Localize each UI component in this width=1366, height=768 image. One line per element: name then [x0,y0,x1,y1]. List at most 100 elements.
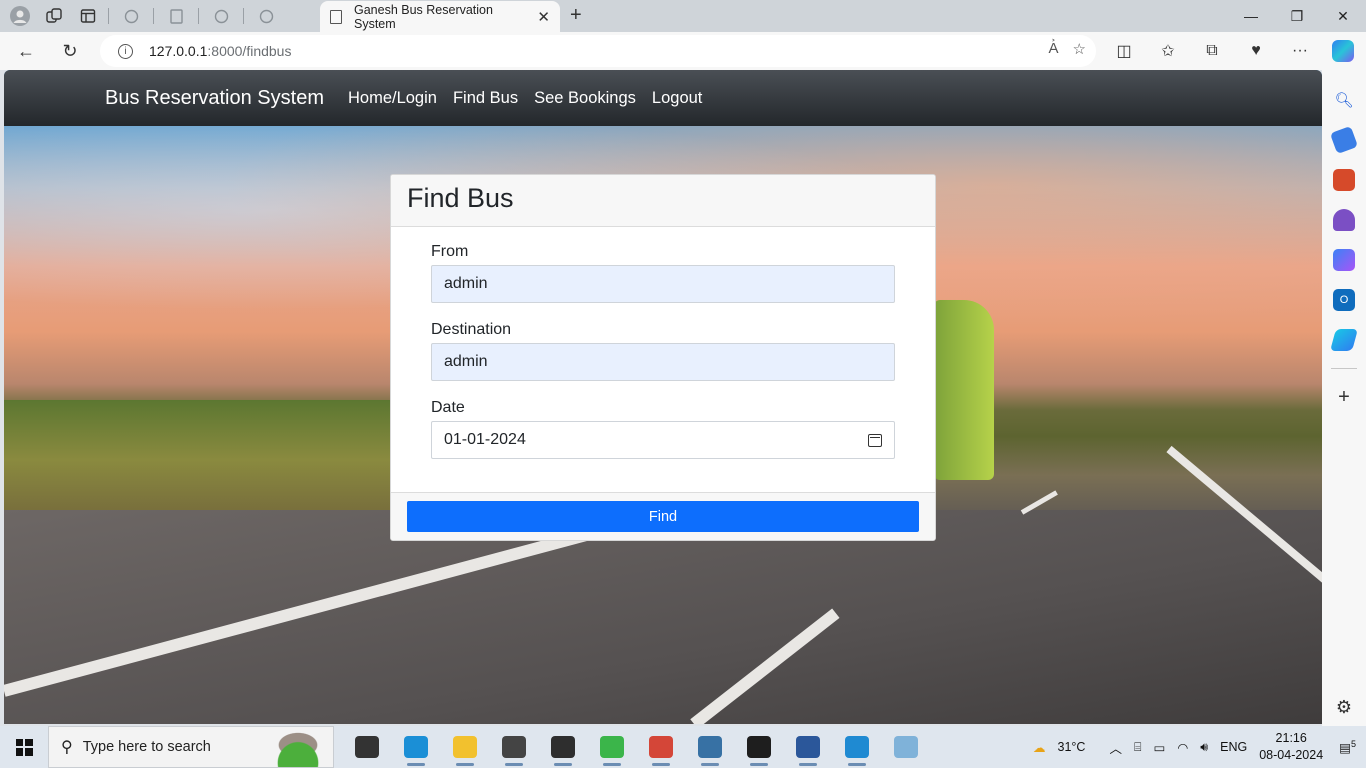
tab-actions-icon[interactable] [74,2,102,30]
from-input[interactable]: admin [431,265,895,303]
search-placeholder: Type here to search [82,739,211,755]
file-explorer-icon [452,736,477,758]
taskbar-app-python[interactable] [685,726,734,768]
shopping-icon[interactable] [1329,125,1359,155]
show-hidden-icon[interactable]: ︿ [1109,738,1122,757]
refresh-icon[interactable]: ↻ [52,36,88,66]
taskbar-app-circle-app[interactable] [587,726,636,768]
favorites-icon[interactable]: ✩ [1146,41,1190,61]
back-icon[interactable]: ← [8,36,44,66]
destination-input[interactable]: admin [431,343,895,381]
sidebar-separator [1331,368,1357,369]
card-footer: Find [391,492,935,540]
workspaces-icon[interactable] [40,2,68,30]
add-icon[interactable]: + [1333,386,1355,408]
edge-sidebar: 🔍︎ O + ⚙ [1322,70,1366,726]
search-icon: ⚲ [61,739,73,756]
outlook-icon[interactable]: O [1333,289,1355,311]
taskbar-app-chrome[interactable] [636,726,685,768]
clock-date: 08-04-2024 [1259,748,1324,762]
settings-icon[interactable]: ⚙ [1333,696,1355,718]
notification-count: 5 [1350,738,1356,749]
taskbar-search[interactable]: ⚲ Type here to search [48,726,334,768]
taskbar-app-terminal-app[interactable] [538,726,587,768]
terminal-app-icon [550,736,575,758]
chrome-icon [648,736,673,758]
profile-icon[interactable] [6,2,34,30]
tab-title: Ganesh Bus Reservation System [354,2,493,31]
health-icon[interactable]: ♥ [1234,42,1278,60]
background-road [4,510,1322,724]
taskbar-app-task-view[interactable] [342,726,391,768]
copilot-icon[interactable] [1332,40,1354,62]
taskbar-app-mail[interactable] [489,726,538,768]
notification-icon[interactable]: ▤5 [1339,739,1356,755]
destination-label: Destination [431,321,512,338]
system-tray: ☁ 31°C ︿ ⌸ ▭ ◠ 🔊︎ ENG 21:16 08-04-2024 ▤… [1027,726,1366,768]
edge-icon [403,736,428,758]
pinned-tab[interactable] [250,2,282,30]
start-button[interactable] [0,726,48,768]
word-icon [795,736,820,758]
circle-app-icon [599,736,624,758]
page-viewport: Bus Reservation System Home/Login Find B… [4,70,1322,724]
meet-icon[interactable]: ⌸ [1134,740,1142,755]
taskbar-app-cmd[interactable] [734,726,783,768]
nav-see-bookings[interactable]: See Bookings [534,89,636,108]
taskbar-app-edge[interactable] [391,726,440,768]
site-brand[interactable]: Bus Reservation System [105,87,324,110]
collections-icon[interactable]: ⧉ [1190,42,1234,60]
wifi-icon[interactable]: ◠ [1177,740,1188,755]
battery-icon[interactable]: ▭ [1154,740,1166,755]
nav-logout[interactable]: Logout [652,89,702,108]
tools-icon[interactable] [1333,169,1355,191]
vscode-icon [844,736,869,758]
find-button[interactable]: Find [407,501,919,532]
drop-icon[interactable] [1330,329,1358,351]
favorite-icon[interactable]: ☆ [1073,40,1086,58]
taskbar-app-file-explorer[interactable] [440,726,489,768]
pinned-tab[interactable] [160,2,192,30]
read-aloud-icon[interactable]: A͐ [1049,40,1059,58]
minimize-icon[interactable]: — [1228,0,1274,32]
clock[interactable]: 21:16 08-04-2024 [1259,730,1323,764]
tab-strip: Ganesh Bus Reservation System ✕ + — ❐ ✕ [0,0,1366,32]
active-tab[interactable]: Ganesh Bus Reservation System ✕ [320,1,560,32]
close-window-icon[interactable]: ✕ [1320,0,1366,32]
pinned-tab[interactable] [115,2,147,30]
info-icon[interactable]: i [118,43,133,59]
more-icon[interactable]: ··· [1278,42,1322,60]
background-bus [934,300,994,480]
notes-app-icon [893,736,918,758]
windows-icon [15,738,33,756]
restore-icon[interactable]: ❐ [1274,0,1320,32]
taskbar-app-vscode[interactable] [832,726,881,768]
address-bar[interactable]: i 127.0.0.1:8000/findbus A͐ ☆ [100,35,1096,67]
cmd-icon [746,736,771,758]
volume-icon[interactable]: 🔊︎ [1200,740,1208,755]
split-screen-icon[interactable]: ◫ [1102,41,1146,61]
taskbar-app-word[interactable] [783,726,832,768]
find-bus-card: Find Bus From admin Destination admin Da… [390,174,936,541]
games-icon[interactable] [1333,209,1355,231]
language-indicator[interactable]: ENG [1220,740,1247,754]
weather-icon[interactable]: ☁ [1033,740,1046,755]
find-bus-form: From admin Destination admin Date 01-01-… [391,227,935,493]
nav-home-login[interactable]: Home/Login [348,89,437,108]
nav-find-bus[interactable]: Find Bus [453,89,518,108]
search-icon[interactable]: 🔍︎ [1333,89,1355,111]
tab-separator [108,8,109,24]
close-tab-icon[interactable]: ✕ [537,8,550,26]
taskbar-app-notes-app[interactable] [881,726,930,768]
microsoft365-icon[interactable] [1333,249,1355,271]
calendar-icon[interactable] [868,433,882,447]
pinned-tab[interactable] [205,2,237,30]
date-input[interactable]: 01-01-2024 [431,421,895,459]
task-view-icon [354,736,379,758]
new-tab-icon[interactable]: + [570,4,582,27]
windows-taskbar: ⚲ Type here to search ☁ 31°C ︿ ⌸ ▭ ◠ 🔊︎ … [0,726,1366,768]
weather-temp[interactable]: 31°C [1058,740,1086,754]
browser-toolbar: ← ↻ i 127.0.0.1:8000/findbus A͐ ☆ ◫ ✩ ⧉ … [0,32,1366,70]
from-label: From [431,243,469,260]
taskbar-apps [342,726,930,768]
